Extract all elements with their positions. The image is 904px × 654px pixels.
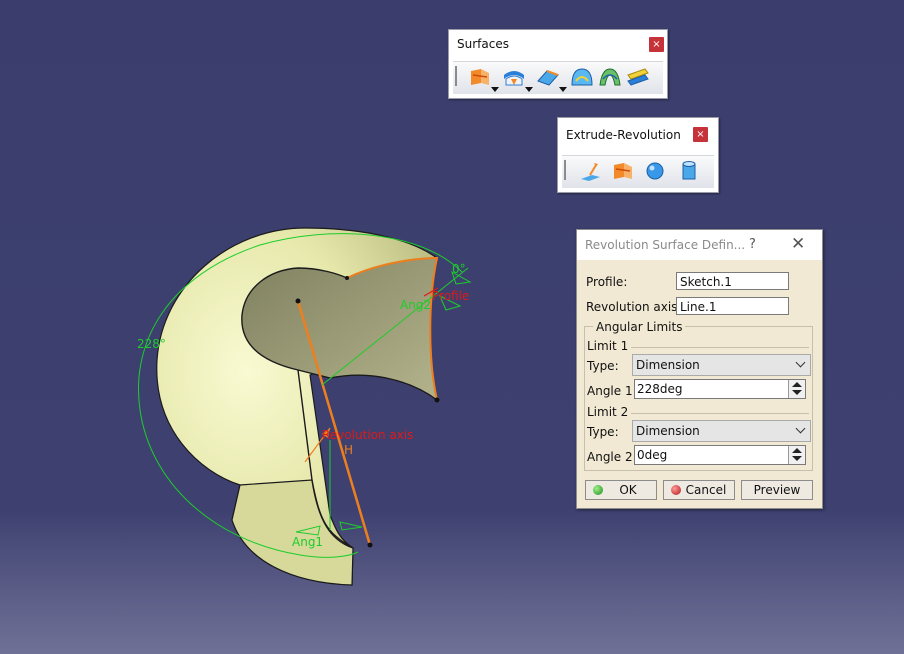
fill-surface-icon[interactable] [569, 65, 595, 89]
sweep-surface-dropdown-arrow[interactable] [559, 87, 567, 92]
blend-surface-icon[interactable] [625, 65, 651, 89]
chevron-down-icon [795, 423, 806, 434]
help-button[interactable]: ? [749, 237, 756, 252]
limit1-type-value: Dimension [636, 358, 700, 372]
sweep-surface-icon[interactable] [535, 65, 561, 89]
revolution-axis-label: Revolution axis: [586, 300, 682, 314]
surfaces-toolbar-title[interactable]: Surfaces [449, 30, 667, 58]
extrude-revolution-toolbar-body [562, 155, 714, 188]
revolution-axis-annotation-label: Revolution axis [322, 428, 413, 442]
limit2-type-label: Type: [587, 425, 619, 439]
profile-end-point [434, 397, 440, 403]
limit2-type-select[interactable]: Dimension [632, 420, 811, 442]
limit2-type-value: Dimension [636, 424, 700, 438]
spin-up-icon[interactable] [792, 448, 802, 453]
sphere-icon[interactable] [642, 159, 668, 183]
ok-button-label: OK [619, 483, 637, 497]
extrude-surface-icon[interactable] [467, 65, 493, 89]
ang1-arrow-right [339, 521, 363, 531]
spin-down-icon[interactable] [792, 390, 802, 395]
angle2-spin-buttons[interactable] [788, 446, 805, 464]
cancel-icon [671, 485, 681, 495]
angle2-spinner[interactable]: 0deg [634, 445, 806, 465]
axis-start-point [295, 298, 301, 304]
ang1-label[interactable]: Ang1 [292, 535, 323, 549]
axis-end-point [367, 542, 373, 548]
angle1-spin-buttons[interactable] [788, 380, 805, 398]
spin-up-icon[interactable] [792, 382, 802, 387]
offset-surface-icon[interactable] [501, 65, 527, 89]
toolbar-grip[interactable] [455, 66, 457, 86]
extrude-revolution-toolbar[interactable]: Extrude-Revolution × [557, 117, 719, 193]
dialog-titlebar[interactable]: Revolution Surface Defin... ? ✕ [577, 230, 822, 260]
profile-label: Profile: [586, 275, 628, 289]
limit2-separator [631, 413, 809, 414]
ok-icon [593, 485, 603, 495]
extrude-revolution-toolbar-close-button[interactable]: × [693, 127, 708, 142]
profile-start-point [345, 276, 349, 280]
angular-limits-label: Angular Limits [593, 320, 686, 334]
limit1-type-label: Type: [587, 359, 619, 373]
chevron-down-icon [795, 357, 806, 368]
h-constraint-label: H [344, 443, 353, 457]
limit1-separator [631, 347, 809, 348]
toolbar-grip[interactable] [564, 160, 566, 180]
extrude-icon[interactable] [578, 159, 604, 183]
limit1-type-select[interactable]: Dimension [632, 354, 811, 376]
ang2-label[interactable]: Ang2 [400, 298, 431, 312]
dialog-close-button[interactable]: ✕ [791, 234, 805, 254]
angle1-value[interactable]: 228deg [637, 382, 683, 396]
angle2-label: Angle 2: [587, 450, 637, 464]
profile-field[interactable]: Sketch.1 [676, 272, 789, 290]
extrude-surface-dropdown-arrow[interactable] [491, 87, 499, 92]
angle1-dimension-label[interactable]: 228° [137, 337, 166, 351]
dialog-title: Revolution Surface Defin... [585, 238, 746, 252]
angle2-dimension-label[interactable]: 0° [452, 262, 466, 276]
offset-surface-dropdown-arrow[interactable] [525, 87, 533, 92]
cancel-button-label: Cancel [685, 483, 727, 497]
angle1-label: Angle 1: [587, 384, 637, 398]
surfaces-toolbar[interactable]: Surfaces × [448, 29, 668, 99]
limit1-label: Limit 1 [587, 339, 629, 353]
angle2-value[interactable]: 0deg [637, 448, 667, 462]
revolve-icon[interactable] [610, 159, 636, 183]
angle1-spinner[interactable]: 228deg [634, 379, 806, 399]
revolution-surface-dialog[interactable]: Revolution Surface Defin... ? ✕ Profile:… [576, 229, 823, 509]
cylinder-icon[interactable] [676, 159, 702, 183]
ok-button[interactable]: OK [585, 480, 657, 500]
cancel-button[interactable]: Cancel [663, 480, 735, 500]
revolution-axis-field[interactable]: Line.1 [676, 297, 789, 315]
preview-button[interactable]: Preview [741, 480, 813, 500]
limit2-label: Limit 2 [587, 405, 629, 419]
surfaces-toolbar-close-button[interactable]: × [649, 37, 664, 52]
surfaces-toolbar-body [453, 61, 663, 94]
spin-down-icon[interactable] [792, 456, 802, 461]
profile-annotation-label: Profile [432, 289, 469, 303]
multi-section-surface-icon[interactable] [597, 65, 623, 89]
